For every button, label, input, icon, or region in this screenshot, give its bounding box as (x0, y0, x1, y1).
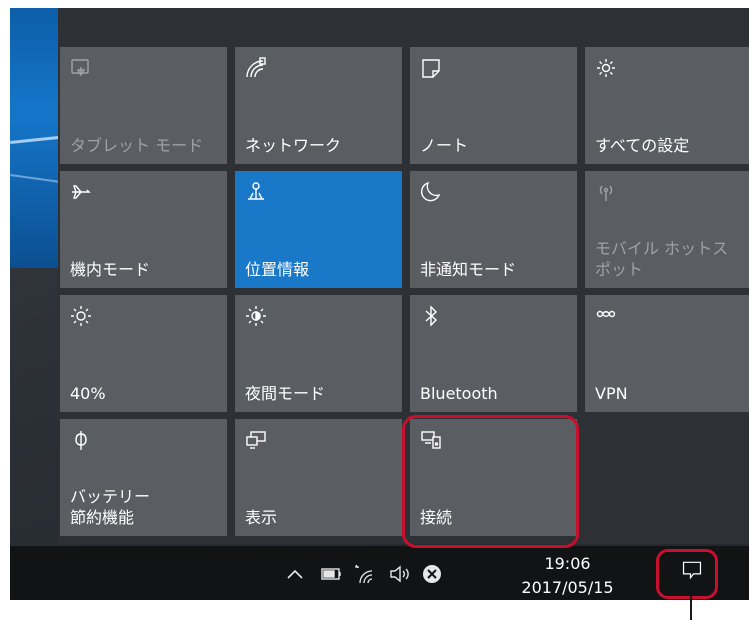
highlight-connect-tile (402, 415, 579, 548)
battery-icon[interactable] (320, 564, 344, 584)
tile-label: タブレット モード (70, 136, 204, 155)
location-icon (245, 181, 267, 203)
chevron-up-icon[interactable] (286, 564, 304, 584)
tile-project[interactable]: 表示 (235, 419, 402, 536)
close-circle-icon[interactable] (422, 564, 444, 584)
tablet-mode-icon (70, 57, 92, 79)
tile-label: ノート (420, 136, 469, 155)
clock-date: 2017/05/15 (521, 578, 614, 597)
tile-note[interactable]: ノート (410, 47, 577, 164)
tile-label: 夜間モード (245, 384, 326, 403)
hotspot-icon (595, 181, 617, 203)
battery-saver-icon (70, 429, 92, 451)
clock[interactable]: 19:06 2017/05/15 (510, 552, 625, 600)
airplane-icon (70, 181, 92, 203)
tile-label: 40% (70, 384, 106, 403)
tile-label: 機内モード (70, 260, 151, 279)
tile-airplane-mode[interactable]: 機内モード (60, 171, 227, 288)
wifi-icon[interactable] (354, 564, 378, 584)
tile-label: モバイル ホットス ポット (595, 239, 729, 279)
tile-brightness[interactable]: 40% (60, 295, 227, 412)
clock-time: 19:06 (544, 554, 591, 573)
tile-night-light[interactable]: 夜間モード (235, 295, 402, 412)
tile-label: すべての設定 (595, 136, 690, 155)
tile-all-settings[interactable]: すべての設定 (585, 47, 749, 164)
tile-label: バッテリー 節約機能 (70, 487, 151, 527)
display-icon (245, 429, 267, 451)
night-light-icon (245, 305, 267, 327)
gear-icon (595, 57, 617, 79)
highlight-notification-button (656, 549, 718, 599)
tile-label: ネットワーク (245, 136, 342, 155)
taskbar: 19:06 2017/05/15 (10, 546, 749, 600)
tile-label: Bluetooth (420, 384, 498, 403)
tile-network[interactable]: ネットワーク (235, 47, 402, 164)
tile-vpn[interactable]: VPN (585, 295, 749, 412)
tile-location[interactable]: 位置情報 (235, 171, 402, 288)
tile-mobile-hotspot[interactable]: モバイル ホットス ポット (585, 171, 749, 288)
brightness-icon (70, 305, 92, 327)
vpn-icon (595, 305, 617, 327)
tile-battery-saver[interactable]: バッテリー 節約機能 (60, 419, 227, 536)
callout-line (690, 596, 692, 620)
tile-quiet-hours[interactable]: 非通知モード (410, 171, 577, 288)
tile-label: 位置情報 (245, 260, 310, 279)
note-icon (420, 57, 442, 79)
tile-label: 表示 (245, 508, 278, 527)
moon-icon (420, 181, 442, 203)
volume-icon[interactable] (388, 564, 412, 584)
tile-bluetooth[interactable]: Bluetooth (410, 295, 577, 412)
tile-label: 非通知モード (420, 260, 517, 279)
tile-label: VPN (595, 384, 628, 403)
bluetooth-icon (420, 305, 442, 327)
tile-tablet-mode[interactable]: タブレット モード (60, 47, 227, 164)
network-icon (245, 57, 267, 79)
desktop: タブレット モード ネットワーク ノート すべての設定 機内モード 位置情報 非… (10, 8, 749, 600)
